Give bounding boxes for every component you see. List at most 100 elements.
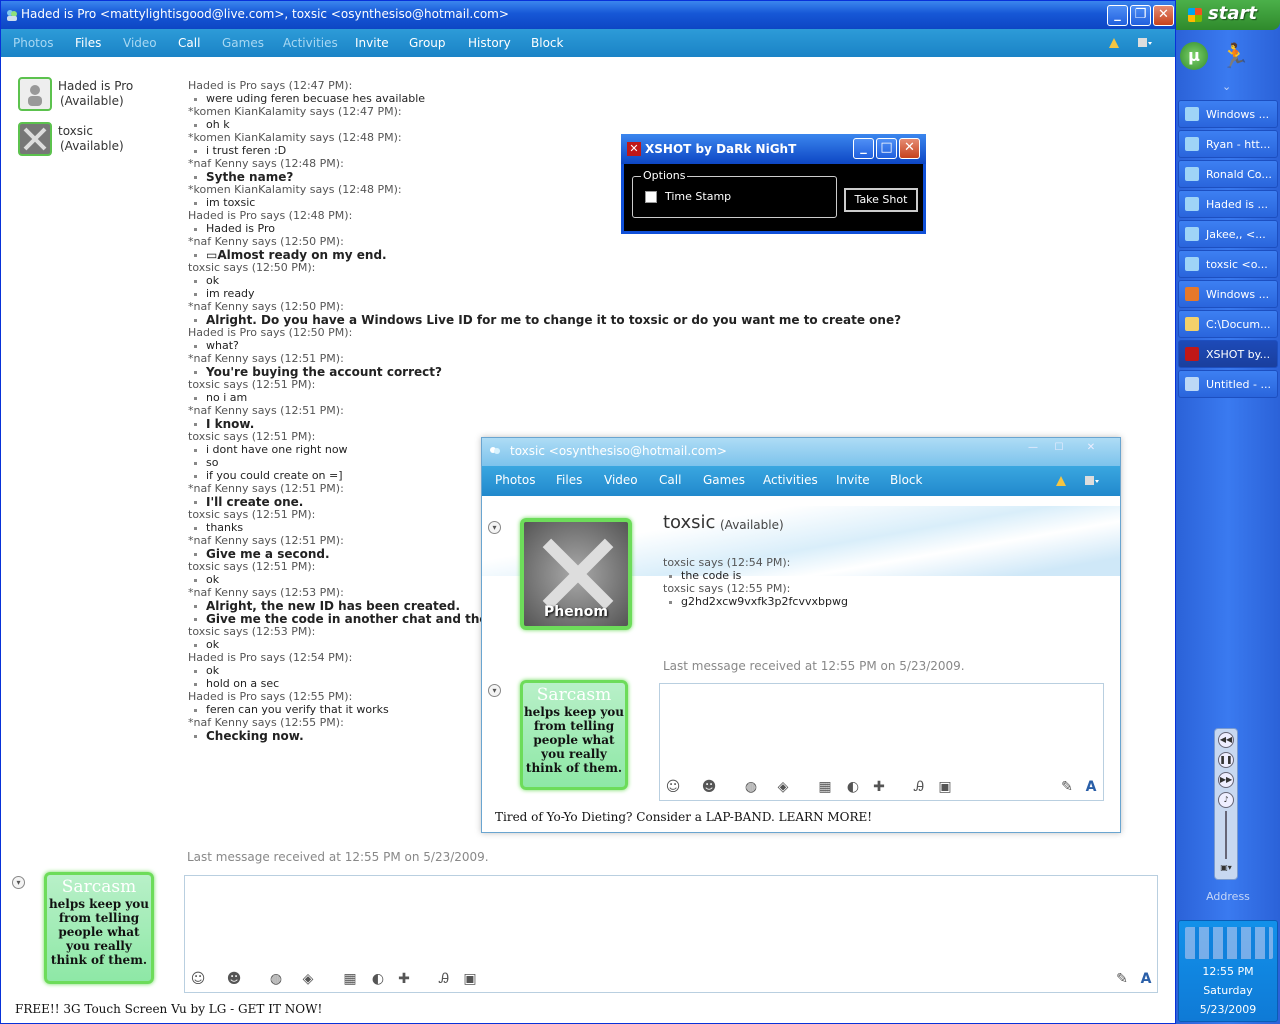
message-text: ok: [193, 664, 220, 677]
pause-icon[interactable]: ❚❚: [1218, 752, 1234, 768]
handwriting-icon[interactable]: ◐: [369, 970, 387, 988]
start-button[interactable]: start: [1176, 0, 1280, 30]
gift-icon[interactable]: ✚: [395, 970, 413, 988]
timestamp-label[interactable]: Time Stamp: [665, 190, 731, 203]
menu-photos[interactable]: Photos: [13, 36, 53, 50]
menu-games[interactable]: Games: [222, 36, 264, 50]
utorrent-icon[interactable]: µ: [1180, 42, 1208, 70]
pen-icon[interactable]: ✎: [1058, 778, 1076, 796]
share-picture-icon[interactable]: ▣: [461, 970, 479, 988]
player-mode-icon[interactable]: ▣▾: [1218, 863, 1234, 877]
address-toolbar-label[interactable]: Address: [1176, 890, 1280, 903]
xshot-title-bar[interactable]: ✕ XSHOT by DaRk NiGhT _ □ ✕: [621, 134, 926, 164]
spellcheck-icon[interactable]: Ꭿ: [435, 970, 453, 988]
contact-display-picture[interactable]: Phenom: [520, 518, 632, 630]
font-icon[interactable]: A: [1137, 970, 1155, 988]
font-icon[interactable]: A: [1082, 778, 1100, 796]
advertisement-banner[interactable]: FREE!! 3G Touch Screen Vu by LG - GET IT…: [15, 1002, 322, 1016]
chat2-maximize-button[interactable]: ☐: [1046, 441, 1072, 455]
message-compose-area[interactable]: ☺ ☻ ◍ ◈ ▦ ◐ ✚ Ꭿ ▣ ✎ A: [659, 683, 1104, 801]
menu-history[interactable]: History: [468, 36, 511, 50]
volume-icon[interactable]: ♪: [1218, 792, 1234, 808]
background-icon[interactable]: ▦: [341, 970, 359, 988]
collapse-toggle[interactable]: ▾: [12, 876, 25, 889]
emoticon-icon[interactable]: ☺: [189, 970, 207, 988]
taskbar-button[interactable]: toxsic <o...: [1178, 250, 1278, 278]
main-title-bar[interactable]: Haded is Pro <mattylightisgood@live.com>…: [1, 1, 1175, 29]
chat2-minimize-button[interactable]: —: [1020, 441, 1046, 455]
share-picture-icon[interactable]: ▣: [936, 778, 954, 796]
message-compose-area[interactable]: ☺ ☻ ◍ ◈ ▦ ◐ ✚ Ꭿ ▣ ✎ A: [184, 875, 1158, 993]
tray-icons[interactable]: [1185, 927, 1273, 959]
menu-call[interactable]: Call: [659, 473, 681, 487]
taskbar-button-label: C:\Docum...: [1206, 318, 1271, 331]
chat2-close-button[interactable]: ✕: [1078, 441, 1104, 455]
xshot-close-button[interactable]: ✕: [899, 138, 920, 159]
timestamp-checkbox[interactable]: [645, 191, 657, 203]
volume-slider[interactable]: [1225, 811, 1227, 859]
close-button[interactable]: ✕: [1153, 5, 1174, 26]
avatar-label: Phenom: [544, 604, 608, 620]
taskbar-button[interactable]: Jakee,, <...: [1178, 220, 1278, 248]
wink-icon[interactable]: ☻: [225, 970, 243, 988]
voice-clip-icon[interactable]: ◈: [299, 970, 317, 988]
taskbar-button[interactable]: C:\Docum...: [1178, 310, 1278, 338]
show-menu-icon[interactable]: [1083, 473, 1099, 489]
avatar: [18, 122, 52, 156]
my-display-picture[interactable]: Sarcasm helps keep you from telling peop…: [520, 680, 628, 790]
minimize-button[interactable]: _: [1107, 5, 1128, 26]
collapse-toggle[interactable]: ▾: [488, 684, 501, 697]
next-track-icon[interactable]: ▶▶: [1218, 772, 1234, 788]
menu-block[interactable]: Block: [531, 36, 563, 50]
taskbar-button[interactable]: Windows ...: [1178, 100, 1278, 128]
menu-files[interactable]: Files: [556, 473, 582, 487]
chat2-title-bar[interactable]: toxsic <osynthesiso@hotmail.com> — ☐ ✕: [482, 438, 1120, 466]
nudge-icon[interactable]: [1053, 473, 1069, 489]
avatar-caption-body: helps keep you from telling people what …: [523, 705, 625, 775]
take-shot-button[interactable]: Take Shot: [844, 188, 918, 212]
message-sender-line: Haded is Pro says (12:50 PM):: [188, 326, 353, 339]
aim-running-man-icon[interactable]: 🏃: [1220, 42, 1250, 70]
gift-icon[interactable]: ✚: [870, 778, 888, 796]
previous-track-icon[interactable]: ◀◀: [1218, 732, 1234, 748]
restore-button[interactable]: ❐: [1130, 5, 1151, 26]
taskbar-button[interactable]: XSHOT by...: [1178, 340, 1278, 368]
taskbar-button[interactable]: Untitled - ...: [1178, 370, 1278, 398]
xshot-maximize-button[interactable]: □: [876, 138, 897, 159]
app-icon: [1185, 227, 1199, 241]
nudge-icon[interactable]: [1106, 35, 1122, 51]
tray-clock[interactable]: 12:55 PM: [1179, 965, 1277, 978]
menu-block[interactable]: Block: [890, 473, 922, 487]
taskbar-button[interactable]: Windows ...: [1178, 280, 1278, 308]
show-menu-icon[interactable]: [1136, 35, 1152, 51]
spellcheck-icon[interactable]: Ꭿ: [910, 778, 928, 796]
menu-activities[interactable]: Activities: [763, 473, 818, 487]
menu-video[interactable]: Video: [604, 473, 638, 487]
compose-toolbar: ☺ ☻ ◍ ◈ ▦ ◐ ✚ Ꭿ ▣ ✎ A: [660, 774, 1103, 800]
menu-group[interactable]: Group: [409, 36, 446, 50]
collapse-toggle[interactable]: ▾: [488, 521, 501, 534]
voice-clip-icon[interactable]: ◈: [774, 778, 792, 796]
emoticon-icon[interactable]: ☺: [664, 778, 682, 796]
expand-chevron-icon[interactable]: ⌄: [1222, 80, 1231, 93]
handwriting-icon[interactable]: ◐: [844, 778, 862, 796]
taskbar-button[interactable]: Haded is ...: [1178, 190, 1278, 218]
menu-files[interactable]: Files: [75, 36, 101, 50]
xshot-minimize-button[interactable]: _: [853, 138, 874, 159]
advertisement-banner[interactable]: Tired of Yo-Yo Dieting? Consider a LAP-B…: [495, 810, 872, 824]
menu-invite[interactable]: Invite: [836, 473, 870, 487]
menu-invite[interactable]: Invite: [355, 36, 389, 50]
background-icon[interactable]: ▦: [816, 778, 834, 796]
nudge-face-icon[interactable]: ◍: [742, 778, 760, 796]
menu-activities[interactable]: Activities: [283, 36, 338, 50]
taskbar-button[interactable]: Ronald Co...: [1178, 160, 1278, 188]
menu-call[interactable]: Call: [178, 36, 200, 50]
menu-games[interactable]: Games: [703, 473, 745, 487]
wink-icon[interactable]: ☻: [700, 778, 718, 796]
menu-video[interactable]: Video: [123, 36, 157, 50]
nudge-face-icon[interactable]: ◍: [267, 970, 285, 988]
pen-icon[interactable]: ✎: [1113, 970, 1131, 988]
menu-photos[interactable]: Photos: [495, 473, 535, 487]
my-display-picture[interactable]: Sarcasm helps keep you from telling peop…: [44, 872, 154, 984]
taskbar-button[interactable]: Ryan - htt...: [1178, 130, 1278, 158]
